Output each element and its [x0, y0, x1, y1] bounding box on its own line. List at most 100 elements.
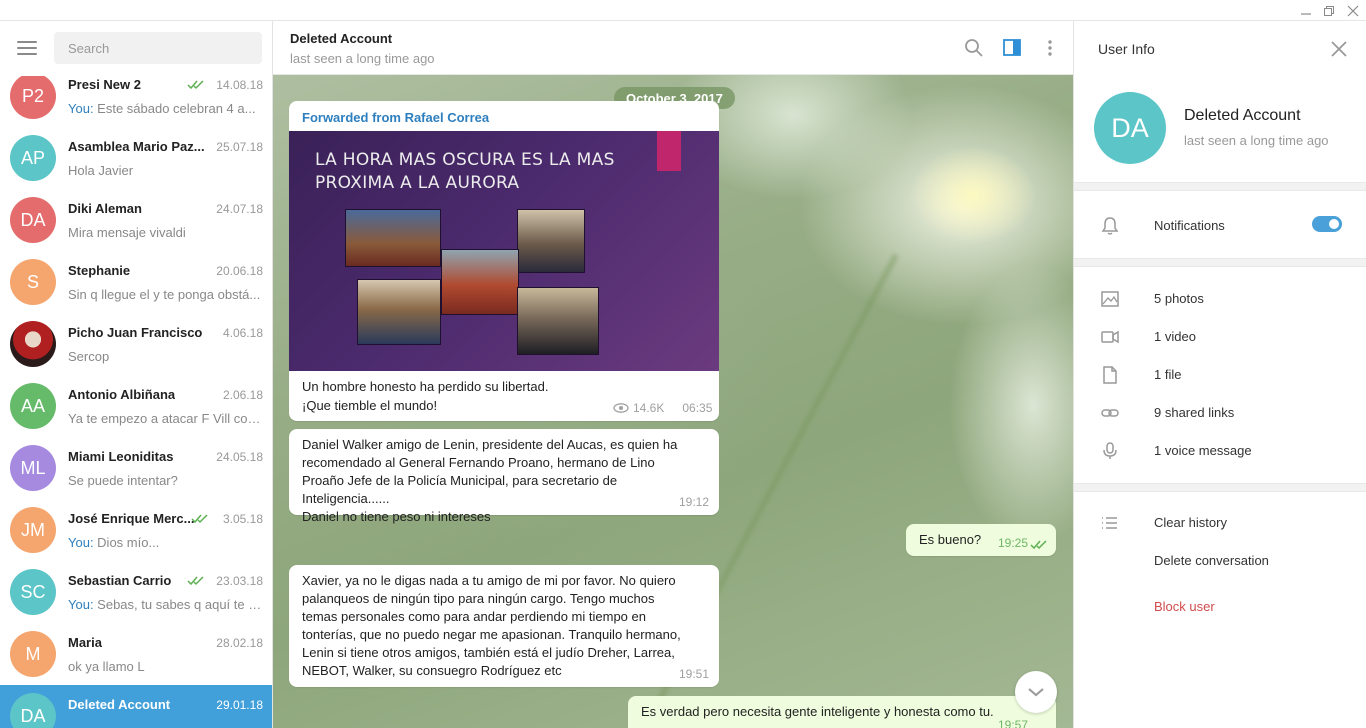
avatar[interactable]: DA — [1094, 92, 1166, 164]
chat-date: 25.07.18 — [216, 140, 263, 154]
chat-date: 24.07.18 — [216, 202, 263, 216]
conversation-title[interactable]: Deleted Account — [290, 31, 392, 46]
chevron-down-icon — [1028, 688, 1044, 697]
read-checks-icon — [1030, 540, 1047, 550]
chat-preview: Ya te empezo a atacar F Vill con... — [68, 411, 262, 426]
avatar: DA — [10, 197, 56, 243]
scroll-to-bottom-button[interactable] — [1015, 671, 1057, 713]
chat-date: 24.05.18 — [216, 450, 263, 464]
read-checks-icon — [187, 574, 205, 589]
chat-list-item[interactable]: JM José Enrique Merc... 3.05.18 You: Dios m… — [0, 499, 272, 561]
message-outgoing[interactable]: Es verdad pero necesita gente inteligent… — [628, 696, 1056, 728]
clear-history-button[interactable]: Clear history — [1154, 515, 1227, 530]
chat-date: 29.01.18 — [216, 698, 263, 712]
divider — [1074, 258, 1366, 267]
chat-date: 2.06.18 — [222, 388, 263, 402]
delete-conversation-button[interactable]: Delete conversation — [1154, 553, 1269, 568]
close-window-icon[interactable] — [1341, 0, 1365, 21]
chat-name: Picho Juan Francisco — [68, 325, 203, 340]
list-icon — [1100, 513, 1120, 533]
message-line: Proaño Jefe de la Policía Municipal, par… — [302, 473, 618, 506]
link-icon — [1100, 403, 1120, 423]
restore-icon[interactable] — [1317, 0, 1341, 21]
read-checks-icon — [187, 78, 205, 93]
notifications-toggle[interactable] — [1312, 216, 1342, 232]
avatar: SC — [10, 569, 56, 615]
slide-accent-bar — [657, 131, 681, 171]
you-label: You: — [68, 597, 98, 612]
chat-preview: Sin q llegue el y te ponga obstá... — [68, 287, 261, 302]
block-user-button[interactable]: Block user — [1154, 599, 1215, 614]
message-line: palanqueos de ningún tipo para ningún ca… — [302, 591, 655, 606]
chat-name: Antonio Albiñana — [68, 387, 176, 402]
chat-name: Stephanie — [68, 263, 131, 278]
message-text: Xavier, ya no le digas nada a tu amigo d… — [289, 565, 719, 680]
message-time: 19:12 — [678, 495, 709, 509]
chat-preview: You: Sebas, tu sabes q aquí te q... — [68, 597, 262, 612]
chat-preview: ok ya llamo L — [68, 659, 145, 674]
message-text: Es verdad pero necesita gente inteligent… — [641, 704, 994, 719]
chat-name: Maria — [68, 635, 102, 650]
portrait-image — [441, 249, 519, 315]
message-text: Daniel Walker amigo de Lenin, presidente… — [289, 429, 719, 526]
more-options-icon[interactable] — [1039, 37, 1061, 59]
portrait-image — [517, 209, 585, 273]
chat-list-item[interactable]: Picho Juan Francisco 4.06.18 Sercop — [0, 313, 272, 375]
chat-date: 20.06.18 — [216, 264, 263, 278]
user-info-panel: User Info DA Deleted Account last seen a… — [1073, 21, 1366, 728]
message-line: Xavier, ya no le digas nada a tu amigo d… — [302, 573, 676, 588]
user-status: last seen a long time ago — [1184, 133, 1329, 148]
chat-name: Miami Leoniditas — [68, 449, 174, 464]
menu-icon[interactable] — [17, 41, 37, 55]
message-line: Daniel Walker amigo de Lenin, presidente… — [302, 437, 678, 452]
message-line: Daniel no tiene peso ni intereses — [302, 509, 491, 524]
chat-date: 3.05.18 — [222, 512, 263, 526]
chat-date: 23.03.18 — [216, 574, 263, 588]
file-icon — [1100, 365, 1120, 385]
chat-date: 14.08.18 — [216, 78, 263, 92]
chat-list-item[interactable]: AP Asamblea Mario Paz... 25.07.18 Hola Javi… — [0, 127, 272, 189]
forwarded-from-label[interactable]: Forwarded from Rafael Correa — [289, 101, 719, 131]
chat-name: Sebastian Carrio — [68, 573, 172, 588]
chat-list-item[interactable]: ML Miami Leoniditas 24.05.18 Se puede inten… — [0, 437, 272, 499]
search-icon[interactable] — [963, 37, 985, 59]
voice-messages-link[interactable]: 1 voice message — [1154, 443, 1252, 458]
avatar: ML — [10, 445, 56, 491]
chat-list-item[interactable]: DA Diki Aleman 24.07.18 Mira mensaje vivald… — [0, 189, 272, 251]
avatar — [10, 321, 56, 367]
close-icon[interactable] — [1328, 38, 1350, 60]
photos-link[interactable]: 5 photos — [1154, 291, 1204, 306]
chat-list-item[interactable]: DA Deleted Account 29.01.18 — [0, 685, 272, 728]
user-name: Deleted Account — [1184, 107, 1301, 124]
conversation-panel: Deleted Account last seen a long time ag… — [273, 21, 1073, 728]
notifications-label: Notifications — [1154, 218, 1225, 233]
message-time: 19:51 — [678, 667, 709, 681]
chat-preview: Hola Javier — [68, 163, 134, 178]
message-outgoing[interactable]: Es bueno? 19:25 — [906, 524, 1056, 556]
chat-name: José Enrique Merc... — [68, 511, 195, 526]
microphone-icon — [1100, 441, 1120, 461]
divider — [1074, 182, 1366, 191]
chat-list-item[interactable]: M Maria 28.02.18 ok ya llamo L — [0, 623, 272, 685]
sidebar-toggle-icon[interactable] — [1001, 37, 1023, 59]
forwarded-image[interactable]: LA HORA MAS OSCURA ES LA MAS PROXIMA A L… — [289, 131, 719, 371]
avatar: JM — [10, 507, 56, 553]
portrait-image — [517, 287, 599, 355]
message-line: recomendado al General Fernando Proano, … — [302, 455, 655, 470]
chat-name: Presi New 2 — [68, 77, 141, 92]
views-eye-icon — [613, 403, 629, 413]
video-link[interactable]: 1 video — [1154, 329, 1196, 344]
shared-links-link[interactable]: 9 shared links — [1154, 405, 1234, 420]
chat-list-item[interactable]: SC Sebastian Carrio 23.03.18 You: Sebas, tu… — [0, 561, 272, 623]
message-line: NEBOT, Walker, su consuegro Rodríguez et… — [302, 663, 562, 678]
chat-list-item[interactable]: AA Antonio Albiñana 2.06.18 Ya te empezo a … — [0, 375, 272, 437]
user-info-title: User Info — [1098, 41, 1155, 57]
message-incoming[interactable]: Daniel Walker amigo de Lenin, presidente… — [289, 429, 719, 524]
search-input[interactable]: Search — [54, 32, 262, 64]
avatar: P2 — [10, 73, 56, 119]
files-link[interactable]: 1 file — [1154, 367, 1181, 382]
you-label: You: — [68, 101, 98, 116]
chat-list-item[interactable]: S Stephanie 20.06.18 Sin q llegue el y te p… — [0, 251, 272, 313]
message-incoming[interactable]: Xavier, ya no le digas nada a tu amigo d… — [289, 565, 719, 687]
minimize-icon[interactable] — [1294, 0, 1318, 21]
